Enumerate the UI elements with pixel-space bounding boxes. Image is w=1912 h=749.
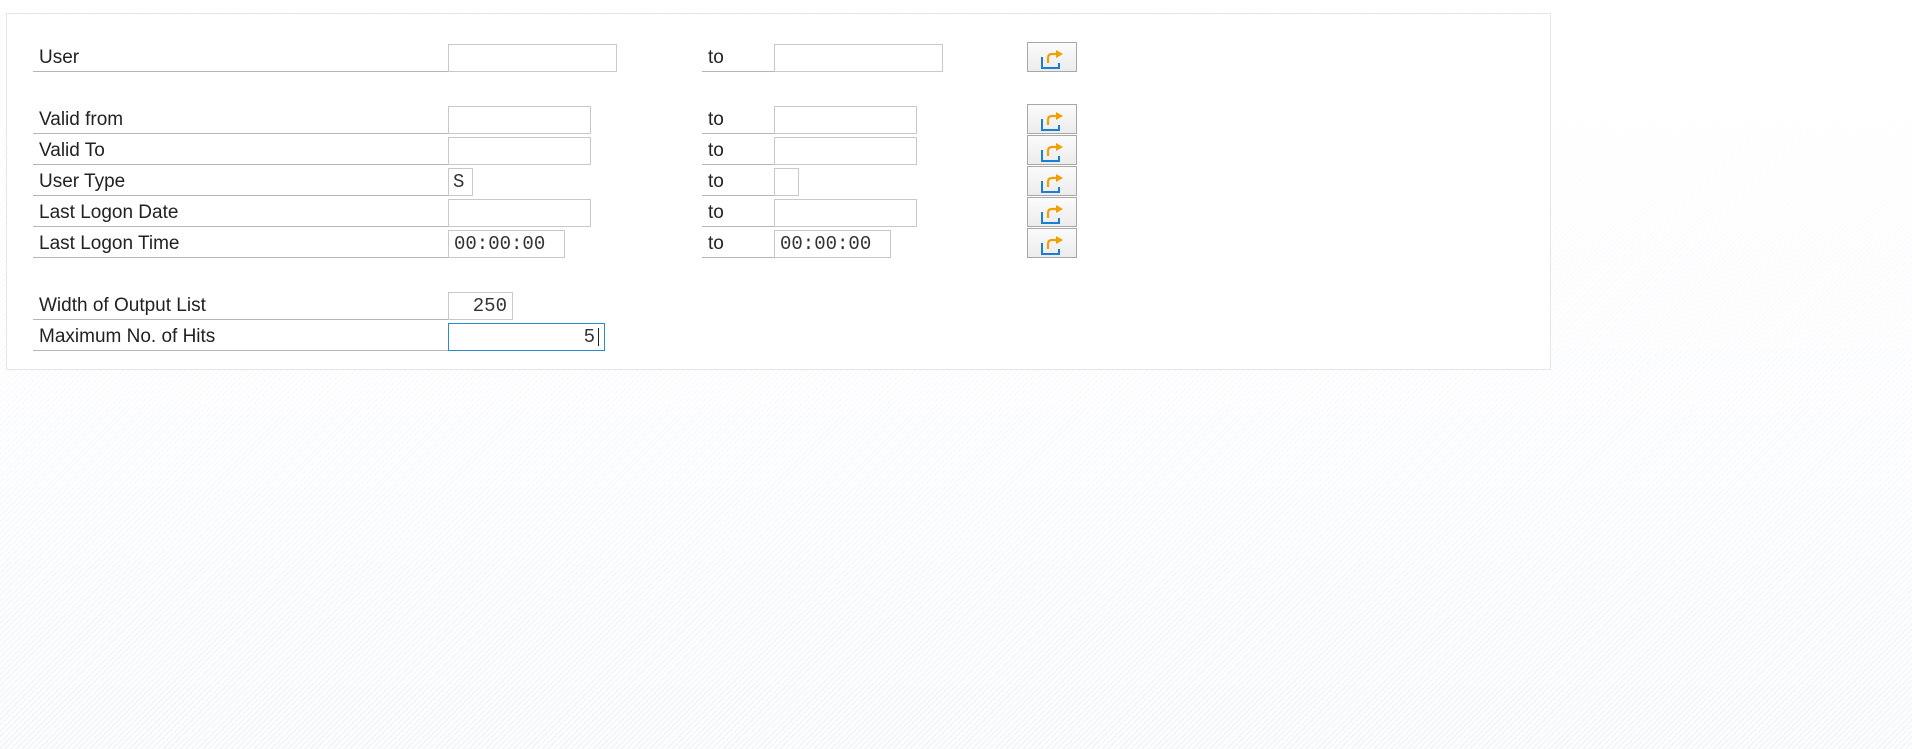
valid-from-to-label: to [702,106,780,134]
user-type-from-input[interactable]: S [448,168,473,196]
row-valid-from: Valid from to [7,104,1550,134]
valid-from-to-input[interactable] [774,106,917,134]
user-type-to-input[interactable] [774,168,799,196]
row-last-logon-date: Last Logon Date to [7,197,1550,227]
user-type-multiple-selection-button[interactable] [1027,166,1077,196]
focus-corner [597,324,604,331]
focus-corner [597,343,604,350]
multiple-selection-arrow-icon [1041,112,1063,131]
row-valid-to: Valid To to [7,135,1550,165]
last-logon-date-multiple-selection-button[interactable] [1027,197,1077,227]
row-last-logon-time: Last Logon Time 00:00:00 to 00:00:00 [7,228,1550,258]
width-output-list-input[interactable]: 250 [448,292,513,320]
valid-from-label: Valid from [33,106,450,134]
selection-screen-panel: User to Valid from to Valid To to User T… [6,13,1551,370]
width-output-list-label: Width of Output List [33,292,450,320]
valid-from-multiple-selection-button[interactable] [1027,104,1077,134]
user-to-input[interactable] [774,44,943,72]
max-hits-value: 5 [583,326,595,348]
row-width-output-list: Width of Output List 250 [7,292,1550,320]
multiple-selection-arrow-icon [1041,174,1063,193]
focus-corner [449,324,456,331]
user-from-input[interactable] [448,44,617,72]
user-to-label: to [702,44,780,72]
user-type-label: User Type [33,168,450,196]
last-logon-date-from-input[interactable] [448,199,591,227]
max-hits-input[interactable]: 5 [448,323,605,351]
valid-to-from-input[interactable] [448,137,591,165]
last-logon-date-label: Last Logon Date [33,199,450,227]
valid-to-label: Valid To [33,137,450,165]
last-logon-time-to-input[interactable]: 00:00:00 [774,230,891,258]
multiple-selection-arrow-icon [1041,205,1063,224]
last-logon-time-to-label: to [702,230,780,258]
user-multiple-selection-button[interactable] [1027,42,1077,72]
valid-to-to-input[interactable] [774,137,917,165]
row-user: User to [7,42,1550,72]
user-type-to-label: to [702,168,780,196]
row-max-hits: Maximum No. of Hits 5 [7,323,1550,351]
multiple-selection-arrow-icon [1041,50,1063,69]
valid-to-to-label: to [702,137,780,165]
last-logon-date-to-label: to [702,199,780,227]
valid-from-from-input[interactable] [448,106,591,134]
multiple-selection-arrow-icon [1041,143,1063,162]
last-logon-date-to-input[interactable] [774,199,917,227]
multiple-selection-arrow-icon [1041,236,1063,255]
focus-corner [449,343,456,350]
max-hits-label: Maximum No. of Hits [33,323,450,351]
valid-to-multiple-selection-button[interactable] [1027,135,1077,165]
row-user-type: User Type S to [7,166,1550,196]
last-logon-time-multiple-selection-button[interactable] [1027,228,1077,258]
last-logon-time-label: Last Logon Time [33,230,450,258]
last-logon-time-from-input[interactable]: 00:00:00 [448,230,565,258]
user-label: User [33,44,450,72]
